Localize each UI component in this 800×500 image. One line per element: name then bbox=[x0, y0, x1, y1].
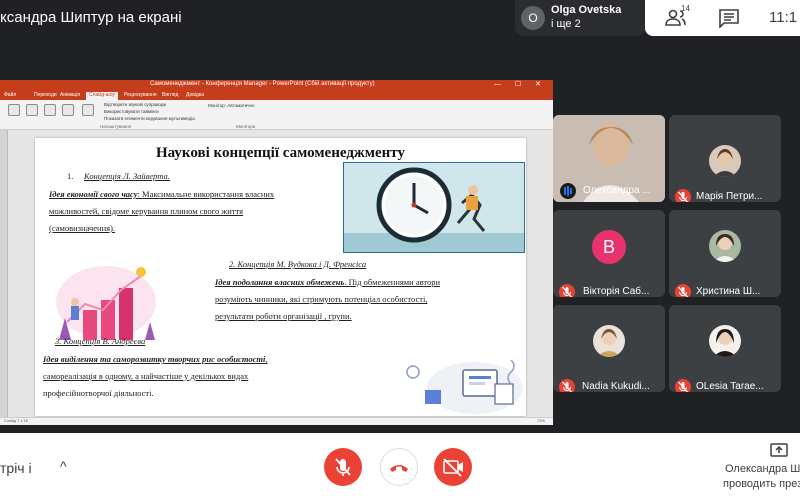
clock-illustration bbox=[343, 162, 525, 253]
concept-1-title: Концепція Л. Зайверта. bbox=[84, 171, 170, 181]
concept-2-title: 2. Концепція М. Вудкока і Д. Френсіса bbox=[229, 259, 367, 269]
participant-tile[interactable]: Олександра ... bbox=[553, 115, 665, 202]
participant-tile[interactable]: Nadia Kukudi... bbox=[553, 305, 665, 392]
mic-muted-icon bbox=[675, 284, 691, 297]
powerpoint-statusbar: Слайд 7 з 16 73% bbox=[0, 417, 553, 425]
participant-tile[interactable]: В Вікторія Саб... bbox=[553, 210, 665, 297]
participants-grid: Олександра ... Марія Петри... В Вікторія… bbox=[553, 110, 800, 410]
slide-canvas: Наукові концепції самоменеджменту 1. Кон… bbox=[0, 130, 553, 417]
chevron-up-icon[interactable]: ^ bbox=[60, 458, 67, 474]
mic-active-icon bbox=[560, 183, 576, 199]
participant-avatar bbox=[709, 230, 741, 262]
participant-name: Олександра ... bbox=[583, 185, 651, 196]
participant-name: Вікторія Саб... bbox=[583, 286, 650, 297]
participant-avatar bbox=[709, 325, 741, 357]
from-current-icon[interactable] bbox=[26, 104, 38, 116]
participant-name: Марія Петри... bbox=[696, 191, 763, 202]
custom-show-icon[interactable] bbox=[62, 104, 74, 116]
concept-3-idea: Ідея виділення та саморозвитку творчих р… bbox=[43, 354, 266, 364]
clock-time: 11:1 bbox=[769, 9, 798, 26]
chat-icon[interactable] bbox=[718, 8, 740, 28]
participant-tile[interactable]: Христина Ш... bbox=[669, 210, 781, 297]
tab-animation[interactable]: Анімація bbox=[60, 92, 80, 98]
participant-name: Христина Ш... bbox=[696, 286, 761, 297]
check-narrations[interactable]: Відтворити звукові супроводи bbox=[104, 102, 166, 107]
leave-call-button[interactable] bbox=[380, 448, 418, 486]
check-media-controls[interactable]: Показати елементи керування мультимедіа bbox=[104, 116, 195, 121]
concept-1-idea: Ідея економії свого часу bbox=[49, 189, 138, 199]
presenter-avatar: O bbox=[521, 6, 545, 30]
presenter-sub: і ще 2 bbox=[551, 18, 581, 30]
slide: Наукові концепції самоменеджменту 1. Кон… bbox=[35, 138, 526, 416]
presenter-chip[interactable]: O Olga Ovetska і ще 2 bbox=[515, 0, 645, 36]
tab-home[interactable]: Переходи bbox=[34, 92, 57, 98]
camera-off-icon bbox=[443, 458, 463, 477]
concept-1-body: Ідея економії свого часу: Максимальне ви… bbox=[49, 189, 275, 233]
meeting-title[interactable]: тріч і bbox=[0, 460, 32, 476]
presenting-name: Олександра Ш bbox=[725, 463, 800, 475]
tab-slideshow[interactable]: Слайд-шоу bbox=[86, 92, 118, 100]
tab-review[interactable]: Рецензування bbox=[124, 92, 157, 98]
tab-file[interactable]: Файл bbox=[4, 92, 16, 98]
concept-1-number: 1. bbox=[67, 171, 74, 181]
participant-letter-avatar: В bbox=[592, 230, 626, 264]
powerpoint-window-title: Самоменеджмент - Конференція Manager - P… bbox=[150, 81, 375, 87]
presenting-status: проводить прези bbox=[723, 478, 800, 490]
concept-3-body: Ідея виділення та саморозвитку творчих р… bbox=[43, 354, 268, 398]
group-monitors-label: Монітори bbox=[236, 124, 256, 129]
slide-title: Наукові концепції самоменеджменту bbox=[156, 145, 405, 161]
concept-2-body: Ідея подолання власних обмежень. Під обм… bbox=[215, 277, 441, 321]
from-beginning-icon[interactable] bbox=[8, 104, 20, 116]
growth-illustration bbox=[56, 266, 156, 340]
presenter-name: Olga Ovetska bbox=[551, 4, 622, 16]
people-count: 14 bbox=[681, 4, 690, 13]
participant-tile[interactable]: Марія Петри... bbox=[669, 115, 781, 202]
hang-up-icon bbox=[390, 465, 408, 472]
mic-muted-icon bbox=[559, 379, 575, 392]
thumbnail-pane[interactable] bbox=[0, 130, 8, 417]
top-right-panel: 14 11:1 bbox=[645, 0, 800, 36]
participant-name: Nadia Kukudi... bbox=[582, 381, 650, 392]
participant-avatar bbox=[593, 325, 625, 357]
concept-3-title: 3. Концепція В. Андреєва bbox=[55, 336, 146, 346]
participant-tile[interactable]: OLesia Tarae... bbox=[669, 305, 781, 392]
shared-screen: Самоменеджмент - Конференція Manager - P… bbox=[0, 80, 553, 425]
ribbon-tabs: Файл Переходи Анімація Слайд-шоу Рецензу… bbox=[0, 91, 553, 100]
microphone-toggle-button[interactable] bbox=[324, 448, 362, 486]
participant-avatar bbox=[709, 145, 741, 177]
rehearse-icon[interactable] bbox=[44, 104, 56, 116]
monitor-select[interactable]: Монітор: Автоматично bbox=[208, 103, 255, 108]
powerpoint-titlebar: Самоменеджмент - Конференція Manager - P… bbox=[0, 80, 553, 91]
tab-help[interactable]: Довідка bbox=[186, 92, 204, 98]
status-slide-count: Слайд 7 з 16 bbox=[4, 418, 28, 423]
presentation-title: ксандра Шиптур на екрані bbox=[0, 9, 182, 26]
mic-muted-icon bbox=[559, 284, 575, 297]
concept-1-heading: 1. Концепція Л. Зайверта. bbox=[67, 168, 170, 185]
group-setup-label: Налаштування bbox=[100, 124, 132, 129]
present-screen-icon[interactable] bbox=[770, 443, 788, 457]
status-zoom[interactable]: 73% bbox=[537, 418, 545, 423]
ribbon: Відтворити звукові супроводи Використову… bbox=[0, 100, 553, 130]
window-controls[interactable]: — ☐ ✕ bbox=[494, 80, 547, 88]
bottom-bar: тріч і ^ Олександра Ш проводить прези bbox=[0, 433, 800, 500]
top-bar: ксандра Шиптур на екрані O Olga Ovetska … bbox=[0, 0, 800, 36]
tab-view[interactable]: Вигляд bbox=[162, 92, 178, 98]
check-timings[interactable]: Використовувати таймінги bbox=[104, 109, 159, 114]
mic-muted-icon bbox=[675, 379, 691, 392]
documents-illustration bbox=[406, 359, 523, 414]
setup-show-icon[interactable] bbox=[82, 104, 94, 116]
mic-muted-icon bbox=[675, 189, 691, 202]
concept-2-idea: Ідея подолання власних обмежень bbox=[215, 277, 345, 287]
participant-name: OLesia Tarae... bbox=[696, 381, 764, 392]
mic-off-icon bbox=[335, 458, 351, 476]
camera-toggle-button[interactable] bbox=[434, 448, 472, 486]
